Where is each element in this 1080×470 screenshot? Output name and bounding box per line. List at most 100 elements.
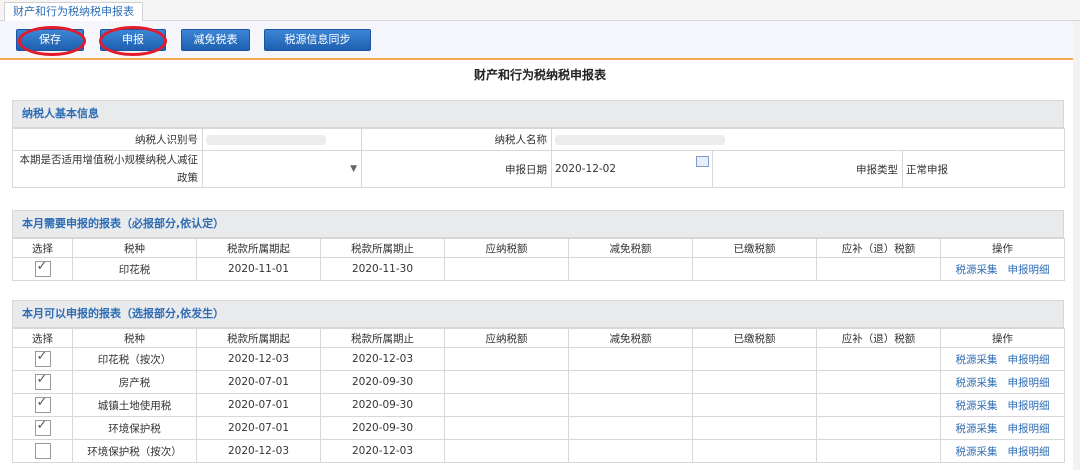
col-period-start: 税款所属期起	[196, 238, 321, 258]
payable-cell	[444, 370, 569, 394]
tax-source-collect-link[interactable]: 税源采集	[956, 377, 998, 389]
taxpayer-name-value	[551, 128, 1065, 151]
payable-cell	[444, 257, 569, 281]
check-icon: ✓	[36, 418, 48, 433]
payable-cell	[444, 347, 569, 371]
row-checkbox[interactable]: ✓	[34, 259, 51, 277]
ops-cell: 税源采集 申报明细	[940, 257, 1065, 281]
table-row: ✓ 城镇土地使用税 2020-07-01 2020-09-30 税源采集 申报明细	[12, 393, 1065, 417]
col-ops: 操作	[940, 328, 1065, 348]
declare-detail-link[interactable]: 申报明细	[1008, 400, 1050, 412]
period-end-cell: 2020-09-30	[320, 370, 445, 394]
col-select: 选择	[12, 328, 73, 348]
declare-date-value: 2020-12-02	[555, 163, 617, 175]
tax-type-cell: 印花税	[72, 257, 197, 281]
highlight-ring-save	[18, 26, 86, 56]
page-scrollbar[interactable]	[1073, 21, 1080, 470]
ops-cell: 税源采集 申报明细	[940, 393, 1065, 417]
payable-cell	[444, 393, 569, 417]
optional-panel: 本月可以申报的报表（选报部分,依发生） 选择 税种 税款所属期起 税款所属期止 …	[12, 300, 1065, 463]
relief-cell	[568, 416, 693, 440]
required-panel: 本月需要申报的报表（必报部分,依认定） 选择 税种 税款所属期起 税款所属期止 …	[12, 210, 1065, 281]
relief-cell	[568, 370, 693, 394]
table-row: 环境保护税（按次） 2020-12-03 2020-12-03 税源采集 申报明细	[12, 439, 1065, 463]
col-paid: 已缴税额	[692, 238, 817, 258]
col-relief: 减免税额	[568, 328, 693, 348]
calendar-icon[interactable]	[696, 156, 709, 167]
refund-cell	[816, 439, 941, 463]
declare-detail-link[interactable]: 申报明细	[1008, 264, 1050, 276]
paid-cell	[692, 393, 817, 417]
row-checkbox[interactable]: ✓	[34, 418, 51, 436]
taxpayer-name-label: 纳税人名称	[361, 128, 552, 151]
required-table: 选择 税种 税款所属期起 税款所属期止 应纳税额 减免税额 已缴税额 应补（退）…	[12, 238, 1065, 281]
declare-detail-link[interactable]: 申报明细	[1008, 377, 1050, 389]
check-icon: ✓	[36, 395, 48, 410]
relief-cell	[568, 347, 693, 371]
tax-source-collect-link[interactable]: 税源采集	[956, 264, 998, 276]
policy-label: 本期是否适用增值税小规模纳税人减征政策	[12, 150, 203, 188]
paid-cell	[692, 347, 817, 371]
tab-tax-form[interactable]: 财产和行为税纳税申报表	[4, 2, 143, 21]
declare-type-value: 正常申报	[902, 150, 1065, 188]
highlight-ring-submit	[99, 26, 167, 56]
tax-source-collect-link[interactable]: 税源采集	[956, 354, 998, 366]
ops-cell: 税源采集 申报明细	[940, 347, 1065, 371]
table-row: ✓ 印花税 2020-11-01 2020-11-30 税源采集 申报明细	[12, 257, 1065, 281]
table-row: ✓ 环境保护税 2020-07-01 2020-09-30 税源采集 申报明细	[12, 416, 1065, 440]
row-checkbox[interactable]	[34, 443, 51, 459]
optional-table: 选择 税种 税款所属期起 税款所属期止 应纳税额 减免税额 已缴税额 应补（退）…	[12, 328, 1065, 463]
refund-cell	[816, 257, 941, 281]
check-icon: ✓	[36, 349, 48, 364]
tax-source-collect-link[interactable]: 税源采集	[956, 400, 998, 412]
declare-detail-link[interactable]: 申报明细	[1008, 446, 1050, 458]
col-refund: 应补（退）税额	[816, 328, 941, 348]
col-period-start: 税款所属期起	[196, 328, 321, 348]
toolbar: 保存 申报 减免税表 税源信息同步	[0, 21, 1080, 60]
tax-type-cell: 房产税	[72, 370, 197, 394]
tax-type-cell: 环境保护税	[72, 416, 197, 440]
tax-type-cell: 环境保护税（按次）	[72, 439, 197, 463]
period-start-cell: 2020-12-03	[196, 347, 321, 371]
period-start-cell: 2020-07-01	[196, 416, 321, 440]
basic-info-table: 纳税人识别号 纳税人名称 本期是否适用增值税小规模纳税人减征政策 ▼ 申报日期 …	[12, 128, 1065, 188]
ops-cell: 税源采集 申报明细	[940, 439, 1065, 463]
declare-date-field[interactable]: 2020-12-02	[551, 150, 713, 188]
taxpayer-id-label: 纳税人识别号	[12, 128, 203, 151]
relief-table-button[interactable]: 减免税表	[181, 29, 250, 51]
declare-detail-link[interactable]: 申报明细	[1008, 423, 1050, 435]
period-start-cell: 2020-07-01	[196, 393, 321, 417]
declare-type-label: 申报类型	[712, 150, 903, 188]
period-end-cell: 2020-09-30	[320, 393, 445, 417]
page-title: 财产和行为税纳税申报表	[473, 68, 606, 82]
row-checkbox[interactable]: ✓	[34, 395, 51, 413]
col-payable: 应纳税额	[444, 238, 569, 258]
period-end-cell: 2020-12-03	[320, 347, 445, 371]
row-checkbox[interactable]: ✓	[34, 349, 51, 367]
relief-cell	[568, 439, 693, 463]
period-end-cell: 2020-11-30	[320, 257, 445, 281]
table-row: ✓ 印花税（按次） 2020-12-03 2020-12-03 税源采集 申报明细	[12, 347, 1065, 371]
col-tax-type: 税种	[72, 238, 197, 258]
policy-select[interactable]: ▼	[202, 150, 362, 188]
tax-source-collect-link[interactable]: 税源采集	[956, 423, 998, 435]
row-checkbox[interactable]: ✓	[34, 372, 51, 390]
taxpayer-id-value	[202, 128, 362, 151]
period-start-cell: 2020-11-01	[196, 257, 321, 281]
paid-cell	[692, 257, 817, 281]
table-row: ✓ 房产税 2020-07-01 2020-09-30 税源采集 申报明细	[12, 370, 1065, 394]
col-payable: 应纳税额	[444, 328, 569, 348]
tax-type-cell: 城镇土地使用税	[72, 393, 197, 417]
tax-source-collect-link[interactable]: 税源采集	[956, 446, 998, 458]
tax-type-cell: 印花税（按次）	[72, 347, 197, 371]
payable-cell	[444, 416, 569, 440]
period-start-cell: 2020-12-03	[196, 439, 321, 463]
col-select: 选择	[12, 238, 73, 258]
col-relief: 减免税额	[568, 238, 693, 258]
period-start-cell: 2020-07-01	[196, 370, 321, 394]
refund-cell	[816, 416, 941, 440]
required-header: 本月需要申报的报表（必报部分,依认定）	[12, 210, 1064, 238]
declare-detail-link[interactable]: 申报明细	[1008, 354, 1050, 366]
tax-source-sync-button[interactable]: 税源信息同步	[264, 29, 371, 51]
basic-info-header: 纳税人基本信息	[12, 100, 1064, 128]
